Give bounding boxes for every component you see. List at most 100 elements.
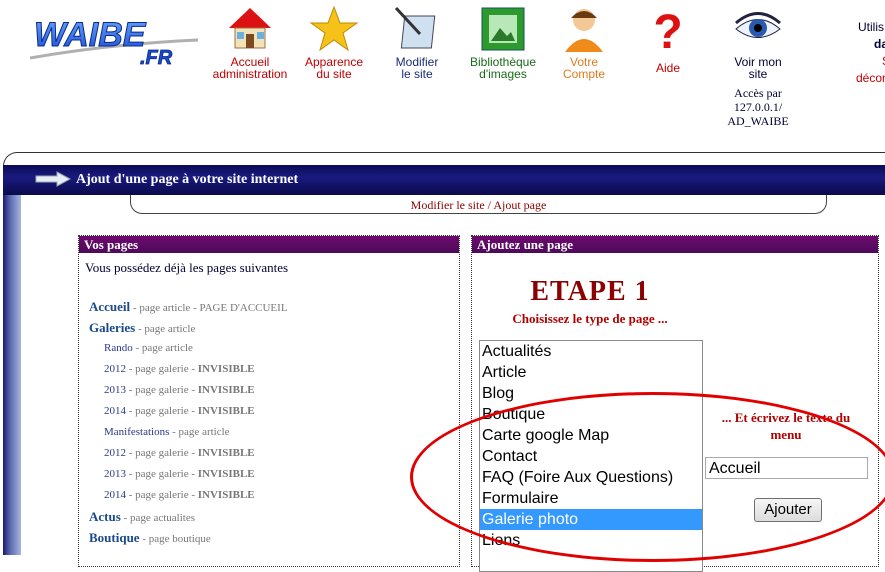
page-type-label: - page galerie - xyxy=(126,405,198,417)
svg-text:?: ? xyxy=(653,6,682,54)
page-type-label: - page article xyxy=(132,342,193,354)
page-type-label: - page galerie - xyxy=(126,489,198,501)
eye-icon xyxy=(735,12,781,38)
page-type-option[interactable]: Formulaire xyxy=(480,488,702,509)
page-tree-row: 2013 - page galerie - INVISIBLE xyxy=(89,380,449,401)
breadcrumb: Modifier le site / Ajout page xyxy=(130,195,827,214)
nav-label-line2: d'images xyxy=(479,67,527,81)
page-name-link[interactable]: Manifestations xyxy=(104,426,169,438)
access-info: Accès par 127.0.0.1/ AD_WAIBE xyxy=(718,86,798,128)
page-tree-row: 2013 - page galerie - INVISIBLE xyxy=(89,464,449,485)
nav-modifier-site[interactable]: Modifier le site xyxy=(374,4,460,80)
nav-label-line1: Aide xyxy=(655,61,681,75)
nav-label-line2: le site xyxy=(401,67,433,81)
page-type-label: - page article xyxy=(169,426,230,438)
page-type-label: - page galerie - xyxy=(126,447,198,459)
page-type-option[interactable]: Contact xyxy=(480,446,702,467)
invisible-badge: INVISIBLE xyxy=(197,405,255,417)
logout-link[interactable]: décon xyxy=(856,70,885,87)
question-mark-icon: ? xyxy=(653,6,682,54)
page-type-option[interactable]: Galerie photo xyxy=(480,509,702,530)
menu-text-input[interactable]: Accueil xyxy=(705,457,868,479)
page-tree-row: 2012 - page galerie - INVISIBLE xyxy=(89,359,449,380)
left-decorative-bar xyxy=(3,195,21,555)
page-name-link[interactable]: Actus xyxy=(89,509,121,524)
logo-text: WAIBE xyxy=(34,16,147,54)
page-tree-row: 2014 - page galerie - INVISIBLE xyxy=(89,485,449,506)
nav-votre-compte[interactable]: Votre Compte xyxy=(541,4,627,80)
page-type-option[interactable]: Boutique xyxy=(480,404,702,425)
waibe-logo[interactable]: WAIBE .FR xyxy=(30,14,200,74)
vos-pages-panel: Vos pages Vous possédez déjà les pages s… xyxy=(78,235,460,567)
star-icon xyxy=(309,5,359,52)
pen-tablet-icon xyxy=(394,6,436,49)
page-tree-row: Galeries - page article xyxy=(89,317,449,338)
page-type-option[interactable]: Actualités xyxy=(480,341,702,362)
page-type-label: - page galerie - xyxy=(126,384,198,396)
breadcrumb-current: Ajout page xyxy=(493,198,547,212)
page-tree-row: 2012 - page galerie - INVISIBLE xyxy=(89,443,449,464)
invisible-badge: INVISIBLE xyxy=(197,384,255,396)
page-type-label: - page article - xyxy=(130,302,200,314)
pages-tree: Accueil - page article - PAGE D'ACCUEIL G… xyxy=(89,296,449,548)
page-type-listbox[interactable]: Actualités Article Blog Boutique Carte googl… xyxy=(479,340,703,572)
menu-text-label: ... Et écrivez le texte du menu xyxy=(721,410,851,442)
page-name-link[interactable]: Galeries xyxy=(89,320,135,335)
user-account-icon xyxy=(565,9,603,52)
page-name-link[interactable]: 2013 xyxy=(104,468,126,480)
user-label: Utilis xyxy=(858,20,884,34)
page-type-label: - page actualites xyxy=(120,512,195,524)
page-type-option[interactable]: Article xyxy=(480,362,702,383)
invisible-badge: INVISIBLE xyxy=(197,363,255,375)
invisible-badge: INVISIBLE xyxy=(197,447,255,459)
user-info: Utilis da S décon xyxy=(856,19,885,87)
breadcrumb-link-modifier[interactable]: Modifier le site xyxy=(411,198,485,212)
image-library-icon xyxy=(481,7,525,51)
nav-label-line2: du site xyxy=(316,67,352,81)
homepage-badge: PAGE D'ACCUEIL xyxy=(199,302,288,314)
page-name-link[interactable]: 2012 xyxy=(104,363,126,375)
ajout-page-header: Ajoutez une page xyxy=(472,236,878,253)
add-page-button[interactable]: Ajouter xyxy=(754,498,822,522)
page-tree-row: Actus - page actualites xyxy=(89,506,449,527)
page-tree-row: Manifestations - page article xyxy=(89,422,449,443)
page-type-option[interactable]: Blog xyxy=(480,383,702,404)
page-tree-row: 2014 - page galerie - INVISIBLE xyxy=(89,401,449,422)
logo-suffix: .FR xyxy=(140,47,173,69)
page-tree-row: Boutique - page boutique xyxy=(89,527,449,548)
step-subtitle: Choisissez le type de page ... xyxy=(512,311,668,326)
page-type-option[interactable]: FAQ (Foire Aux Questions) xyxy=(480,467,702,488)
page-name-link[interactable]: 2013 xyxy=(104,384,126,396)
page-name-link[interactable]: 2014 xyxy=(104,489,126,501)
access-line2: 127.0.0.1/ xyxy=(733,100,783,114)
page-name-link[interactable]: 2014 xyxy=(104,405,126,417)
nav-label-line2: administration xyxy=(212,67,288,81)
page-title: Ajout d'une page à votre site internet xyxy=(76,172,299,187)
step-title: ETAPE 1 xyxy=(530,276,650,307)
page-tree-row: Rando - page article xyxy=(89,338,449,359)
page-tree-row: Accueil - page article - PAGE D'ACCUEIL xyxy=(89,296,449,317)
nav-apparence[interactable]: Apparence du site xyxy=(291,4,377,80)
access-line3: AD_WAIBE xyxy=(727,114,789,128)
nav-aide[interactable]: ? Aide xyxy=(625,4,711,74)
page-type-label: - page galerie - xyxy=(126,468,198,480)
nav-bibliotheque[interactable]: Bibliothèque d'images xyxy=(460,4,546,80)
nav-label-line2: Compte xyxy=(562,67,606,81)
nav-voir-site[interactable]: Voir mon site xyxy=(715,4,801,80)
invisible-badge: INVISIBLE xyxy=(197,489,255,501)
page-type-label: - page boutique xyxy=(139,533,211,545)
nav-label-line2: site xyxy=(748,67,768,81)
page-name-link[interactable]: Rando xyxy=(104,342,133,354)
nav-accueil-administration[interactable]: Accueil administration xyxy=(207,4,293,80)
page-type-label: - page galerie - xyxy=(126,363,198,375)
arrow-right-icon xyxy=(35,171,71,187)
page-name-link[interactable]: 2012 xyxy=(104,447,126,459)
user-name: da xyxy=(874,37,885,51)
page-type-option[interactable]: Carte google Map xyxy=(480,425,702,446)
page-name-link[interactable]: Boutique xyxy=(89,530,140,545)
page-type-label: - page article xyxy=(135,323,196,335)
house-icon xyxy=(229,8,271,49)
vos-pages-intro: Vous possédez déjà les pages suivantes xyxy=(85,260,289,275)
access-line1: Accès par xyxy=(734,86,782,100)
page-name-link[interactable]: Accueil xyxy=(89,299,130,314)
